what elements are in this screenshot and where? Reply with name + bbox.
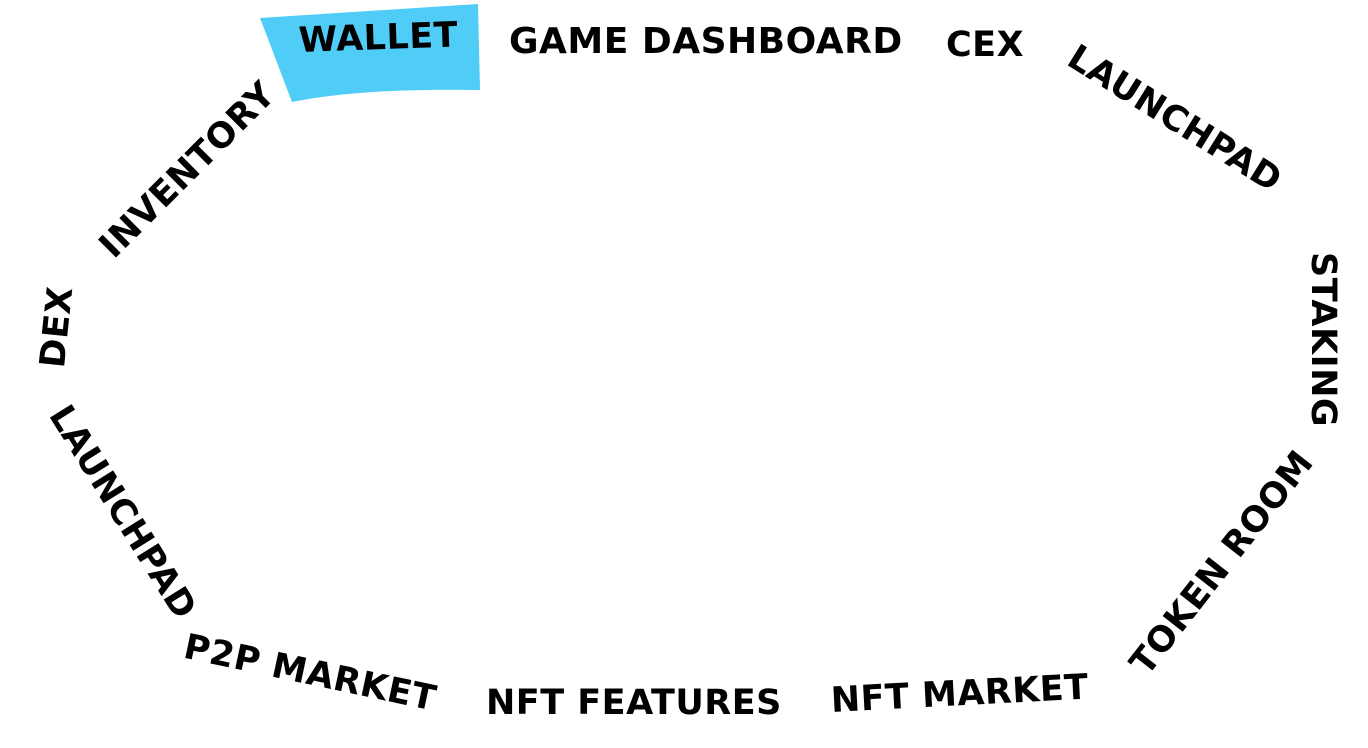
nav-item-dex[interactable]: DEX: [33, 284, 82, 370]
nav-item-label: STAKING: [1303, 252, 1343, 428]
nav-item-cex[interactable]: CEX: [946, 28, 1024, 63]
circular-nav-menu: WALLET GAME DASHBOARD CEX LAUNCHPAD STAK…: [0, 0, 1368, 748]
nav-item-label: GAME DASHBOARD: [509, 21, 903, 62]
nav-item-game-dashboard[interactable]: GAME DASHBOARD: [509, 24, 903, 60]
nav-item-wallet[interactable]: WALLET: [297, 15, 459, 61]
nav-item-label: CEX: [946, 25, 1025, 65]
nav-item-label: WALLET: [297, 15, 459, 61]
nav-item-nft-features[interactable]: NFT FEATURES: [486, 686, 782, 721]
nav-item-label: NFT FEATURES: [486, 683, 782, 723]
nav-item-staking[interactable]: STAKING: [1303, 252, 1343, 428]
nav-item-label: DEX: [33, 284, 82, 370]
